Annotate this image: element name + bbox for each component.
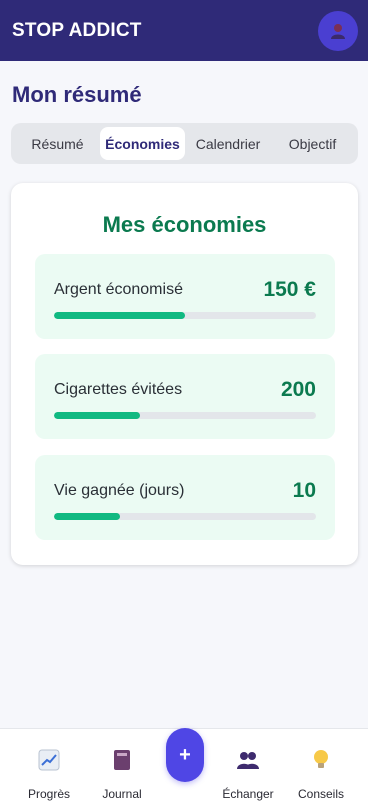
savings-card: Mes économies Argent économisé 150 € Cig… [11,183,358,565]
app-header: STOP ADDICT [0,0,368,61]
stat-label: Argent économisé [54,281,183,298]
app-title: STOP ADDICT [12,19,142,41]
stat-cigarettes-avoided: Cigarettes évitées 200 [35,354,335,439]
progress-fill [54,412,141,419]
user-icon [331,23,345,39]
stat-value: 150 € [263,278,316,301]
nav-label: Progrès [27,787,71,801]
progress-fill [54,312,185,319]
nav-journal[interactable]: Journal [87,747,157,801]
progress-fill [54,513,120,520]
tab-bar: Résumé Économies Calendrier Objectif [11,123,358,164]
nav-label: Échanger [222,787,274,801]
avatar-button[interactable] [318,10,358,51]
stat-value: 200 [280,378,316,401]
nav-label: Conseils [297,787,345,801]
nav-progres[interactable]: Progrès [14,747,84,801]
tab-resume[interactable]: Résumé [15,127,100,160]
stat-life-gained: Vie gagnée (jours) 10 [35,455,335,540]
tab-calendrier[interactable]: Calendrier [185,127,271,160]
chart-icon [38,749,60,771]
nav-label: Journal [102,787,142,801]
savings-title: Mes économies [102,212,267,237]
add-button[interactable]: + [166,728,204,782]
stat-label: Cigarettes évitées [54,381,183,398]
nav-conseils[interactable]: Conseils [286,747,356,801]
page-title: Mon résumé [12,82,142,107]
people-icon [237,752,259,769]
stat-money-saved: Argent économisé 150 € [35,254,335,339]
book-icon [114,750,130,770]
stat-label: Vie gagnée (jours) [54,482,185,499]
progress-bar [54,513,316,520]
tab-economies[interactable]: Économies [100,127,185,160]
progress-bar [54,412,316,419]
progress-bar [54,312,316,319]
lightbulb-icon [314,750,328,768]
stat-value: 10 [292,479,316,502]
nav-echanger[interactable]: Échanger [213,747,283,801]
tab-objectif[interactable]: Objectif [271,127,354,160]
